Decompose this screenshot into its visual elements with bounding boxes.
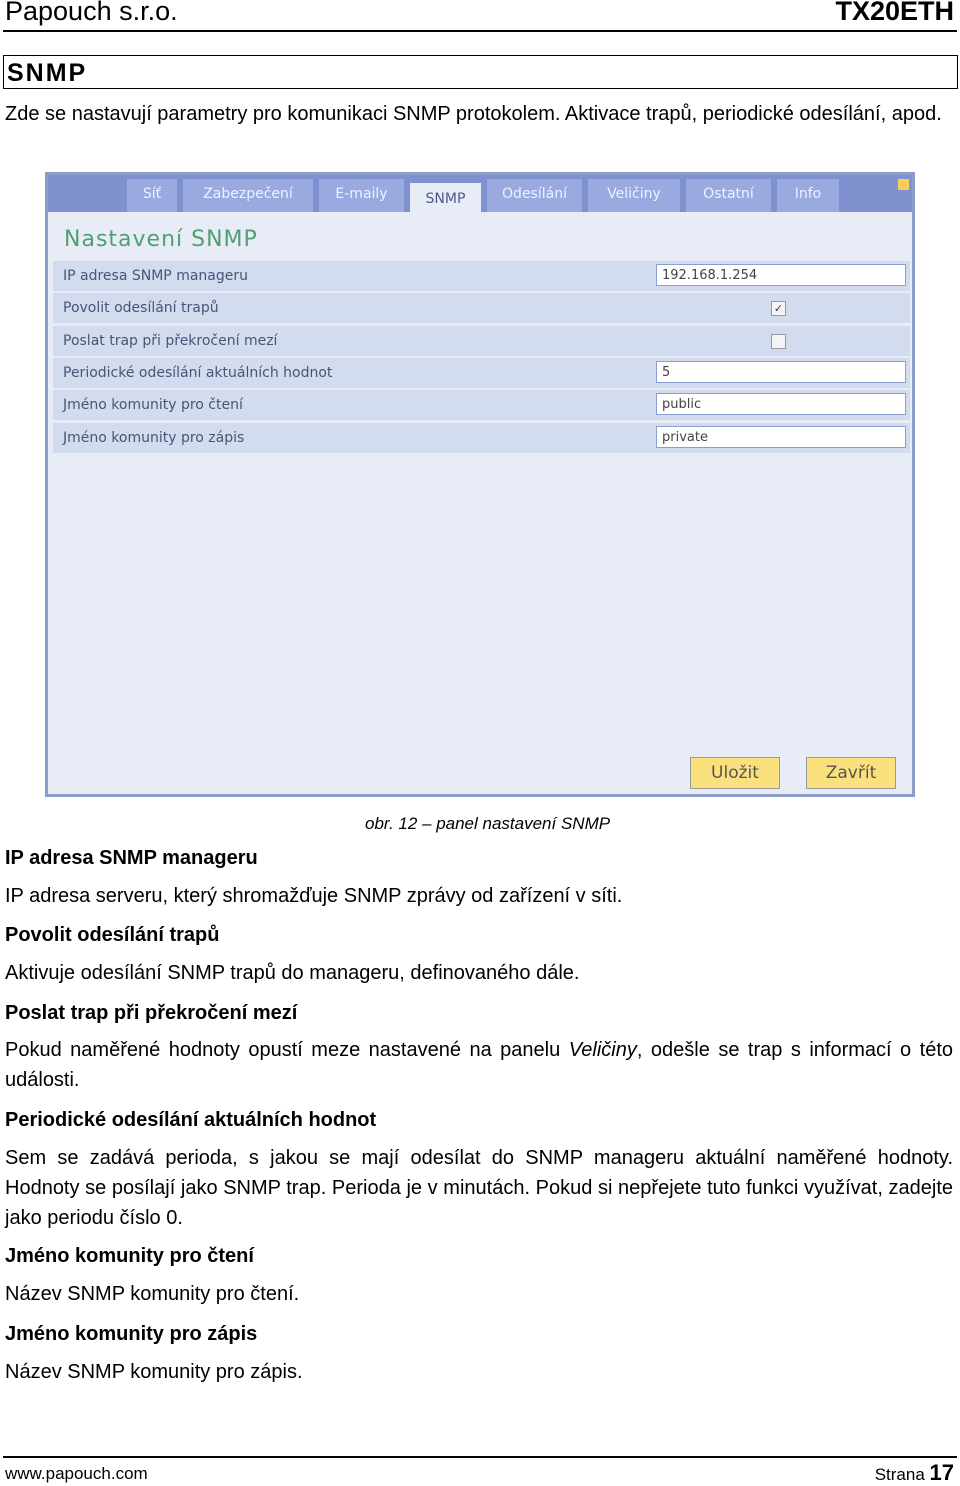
- tab-sit[interactable]: Síť: [127, 179, 177, 212]
- header-divider: [3, 30, 957, 32]
- write-community-input[interactable]: private: [656, 426, 906, 448]
- row-write-community: Jméno komunity pro zápis private: [53, 423, 910, 453]
- limit-trap-checkbox[interactable]: [771, 334, 786, 349]
- corner-marker: [898, 179, 909, 190]
- text-part: Pokud naměřené hodnoty opustí meze nasta…: [5, 1039, 569, 1061]
- heading-periodic: Periodické odesílání aktuálních hodnot: [5, 1109, 377, 1131]
- text-write-community: Název SNMP komunity pro zápis.: [5, 1361, 303, 1383]
- heading-write-community: Jméno komunity pro zápis: [5, 1323, 258, 1345]
- page-label: Strana: [874, 1465, 925, 1484]
- row-label: Povolit odesílání trapů: [63, 300, 219, 316]
- enable-traps-checkbox[interactable]: ✓: [771, 301, 786, 316]
- close-button[interactable]: Zavřít: [806, 757, 896, 789]
- page-number: Strana 17: [875, 1460, 954, 1486]
- panel-title: Nastavení SNMP: [64, 227, 258, 252]
- tab-odesilani[interactable]: Odesílání: [487, 179, 582, 212]
- footer-divider: [3, 1456, 957, 1458]
- read-community-input[interactable]: public: [656, 393, 906, 415]
- tab-veliciny[interactable]: Veličiny: [588, 179, 680, 212]
- tab-snmp[interactable]: SNMP: [410, 183, 481, 212]
- row-label: Periodické odesílání aktuálních hodnot: [63, 365, 333, 381]
- row-periodic: Periodické odesílání aktuálních hodnot 5: [53, 358, 910, 388]
- text-limit-trap: Pokud naměřené hodnoty opustí meze nasta…: [5, 1035, 953, 1095]
- row-enable-traps: Povolit odesílání trapů ✓: [53, 293, 910, 323]
- snmp-settings-panel: Síť Zabezpečení E-maily SNMP Odesílání V…: [45, 172, 915, 797]
- row-label: Jméno komunity pro zápis: [63, 430, 245, 446]
- tab-info[interactable]: Info: [777, 179, 839, 212]
- row-label: Jméno komunity pro čtení: [63, 397, 243, 413]
- tab-zabezpeceni[interactable]: Zabezpečení: [183, 179, 313, 212]
- text-enable-traps: Aktivuje odesílání SNMP trapů do manager…: [5, 962, 580, 984]
- text-periodic: Sem se zadává perioda, s jakou se mají o…: [5, 1147, 953, 1229]
- save-button[interactable]: Uložit: [690, 757, 780, 789]
- section-title: SNMP: [3, 55, 958, 89]
- page-value: 17: [929, 1460, 954, 1485]
- footer-url: www.papouch.com: [5, 1464, 148, 1483]
- heading-ip-manager: IP adresa SNMP manageru: [5, 847, 258, 869]
- row-label: IP adresa SNMP manageru: [63, 268, 249, 284]
- row-ip-manager: IP adresa SNMP manageru 192.168.1.254: [53, 261, 910, 291]
- figure-caption: obr. 12 – panel nastavení SNMP: [365, 814, 611, 833]
- product-name: TX20ETH: [835, 0, 954, 26]
- tab-bar: Síť Zabezpečení E-maily SNMP Odesílání V…: [48, 175, 912, 212]
- intro-text: Zde se nastavují parametry pro komunikac…: [5, 103, 942, 125]
- heading-limit-trap: Poslat trap při překročení mezí: [5, 1002, 298, 1024]
- heading-read-community: Jméno komunity pro čtení: [5, 1245, 254, 1267]
- heading-enable-traps: Povolit odesílání trapů: [5, 924, 220, 946]
- row-limit-trap: Poslat trap při překročení mezí: [53, 326, 910, 356]
- row-label: Poslat trap při překročení mezí: [63, 333, 278, 349]
- period-input[interactable]: 5: [656, 361, 906, 383]
- tab-ostatni[interactable]: Ostatní: [686, 179, 771, 212]
- tab-emaily[interactable]: E-maily: [319, 179, 404, 212]
- text-emphasis: Veličiny: [568, 1039, 637, 1061]
- company-name: Papouch s.r.o.: [5, 0, 178, 26]
- ip-manager-input[interactable]: 192.168.1.254: [656, 264, 906, 286]
- row-read-community: Jméno komunity pro čtení public: [53, 390, 910, 420]
- text-read-community: Název SNMP komunity pro čtení.: [5, 1283, 300, 1305]
- text-ip-manager: IP adresa serveru, který shromažďuje SNM…: [5, 885, 623, 907]
